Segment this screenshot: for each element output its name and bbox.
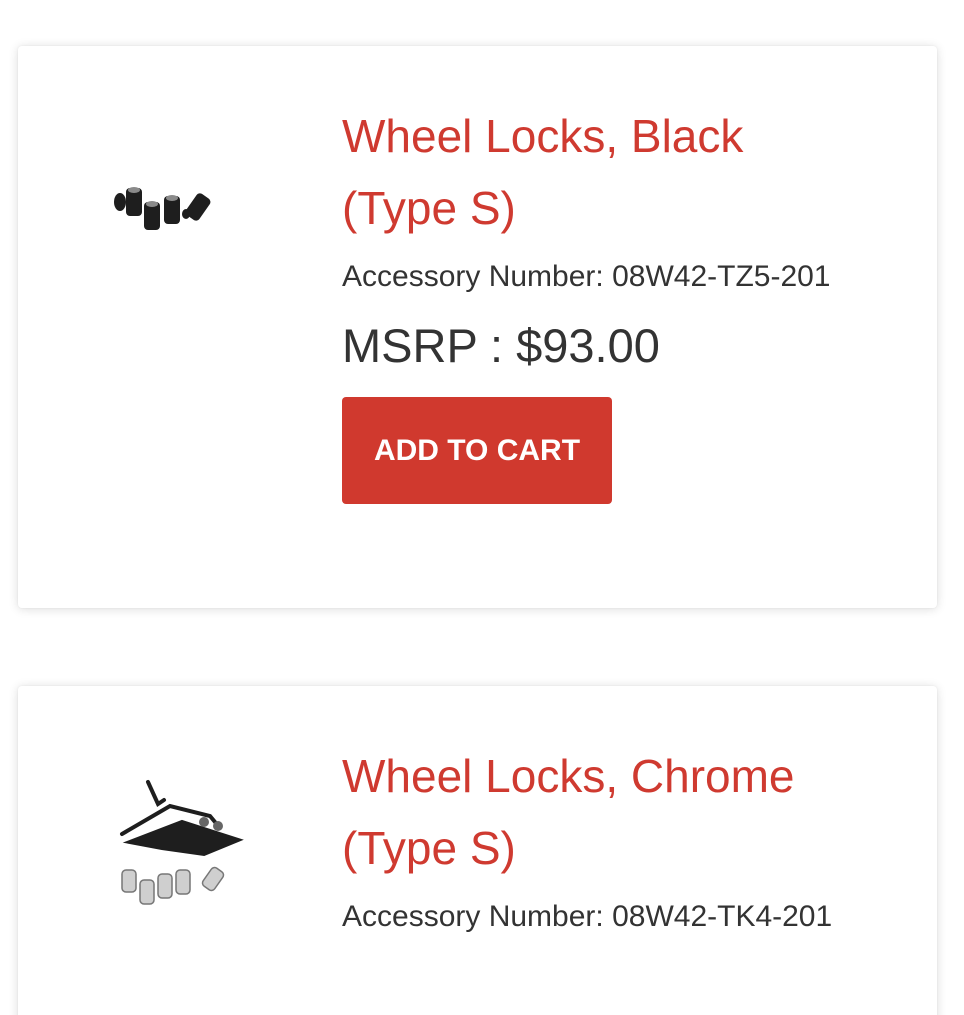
chrome-wheel-locks-image[interactable]: [100, 762, 260, 922]
product-card: Wheel Locks, Chrome (Type S) Accessory N…: [18, 686, 937, 1015]
accessory-number: Accessory Number: 08W42-TK4-201: [342, 900, 833, 933]
black-wheel-locks-image[interactable]: [100, 152, 260, 312]
product-info: Wheel Locks, Chrome (Type S) Accessory N…: [342, 740, 862, 945]
add-to-cart-button[interactable]: ADD TO CART: [342, 397, 612, 504]
product-card: Wheel Locks, Black (Type S) Accessory Nu…: [18, 46, 937, 608]
product-list: Wheel Locks, Black (Type S) Accessory Nu…: [0, 0, 964, 1015]
product-price: MSRP : $93.00: [342, 319, 660, 372]
accessory-number: Accessory Number: 08W42-TZ5-201: [342, 260, 831, 293]
product-title[interactable]: Wheel Locks, Black (Type S): [342, 100, 862, 244]
product-info: Wheel Locks, Black (Type S) Accessory Nu…: [342, 100, 862, 504]
product-title[interactable]: Wheel Locks, Chrome (Type S): [342, 740, 862, 884]
